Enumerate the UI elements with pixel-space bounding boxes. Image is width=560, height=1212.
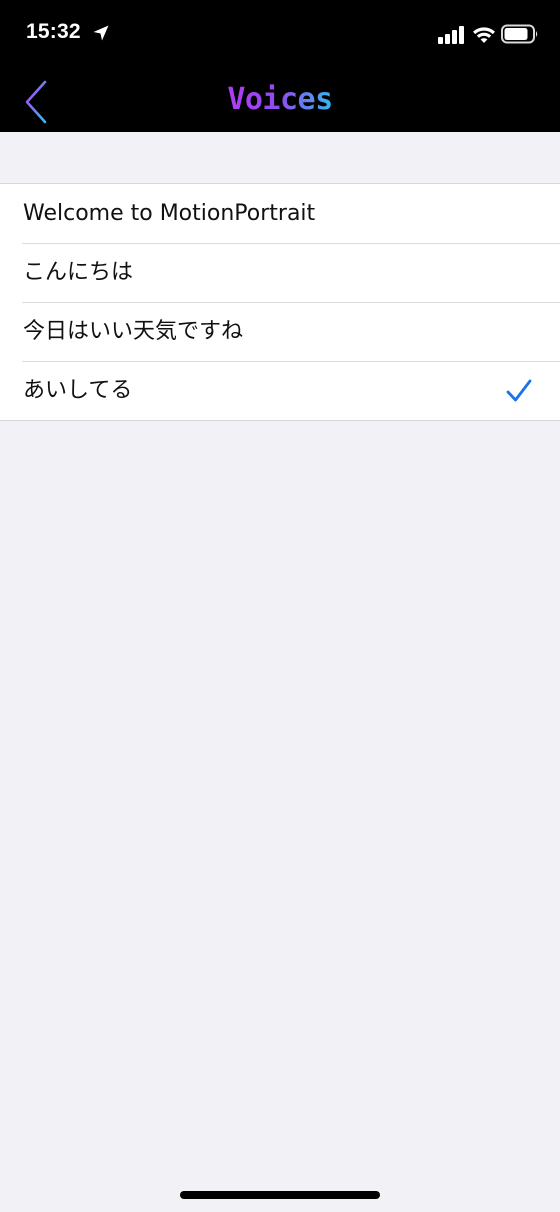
voice-item-welcome[interactable]: Welcome to MotionPortrait: [0, 184, 560, 243]
status-time: 15:32: [26, 20, 81, 43]
wifi-icon: [472, 24, 496, 44]
voice-item-konnichiwa[interactable]: こんにちは: [0, 243, 560, 302]
navigation-bar: Voices: [0, 70, 560, 132]
voice-item-aishiteru[interactable]: あいしてる: [0, 361, 560, 420]
voice-item-label: あいしてる: [23, 378, 133, 403]
cellular-signal-icon: [438, 26, 466, 44]
voice-item-label: 今日はいい天気ですね: [23, 319, 244, 344]
location-arrow-icon: [92, 24, 110, 42]
voice-item-kyou-wa-ii-tenki[interactable]: 今日はいい天気ですね: [0, 302, 560, 361]
page-title-container: Voices: [0, 76, 560, 124]
page-title: Voices: [227, 76, 333, 124]
battery-icon: [501, 24, 539, 44]
status-bar: 15:32: [0, 0, 560, 70]
checkmark-icon: [506, 379, 532, 403]
voice-item-label: こんにちは: [23, 260, 134, 285]
voice-item-label: Welcome to MotionPortrait: [23, 201, 316, 226]
home-indicator: [180, 1191, 380, 1199]
voices-list: Welcome to MotionPortrait こんにちは 今日はいい天気で…: [0, 183, 560, 421]
